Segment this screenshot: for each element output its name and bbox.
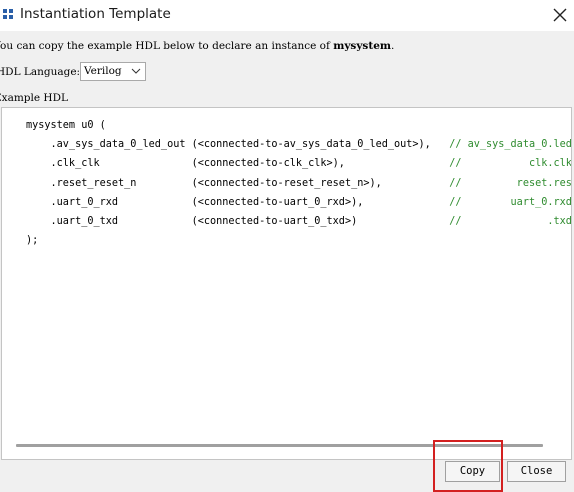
port-name: .uart_0_txd xyxy=(26,216,192,228)
window-title: Instantiation Template xyxy=(20,6,171,22)
port-name: .reset_reset_n xyxy=(26,177,192,189)
code-line-header: mysystem u0 ( xyxy=(26,116,571,135)
code-text: mysystem u0 ( .av_sys_data_0_led_out (<c… xyxy=(26,116,572,250)
port-connection: (<connected-to-uart_0_rxd>), xyxy=(191,196,450,208)
code-area[interactable]: mysystem u0 ( .av_sys_data_0_led_out (<c… xyxy=(1,107,572,460)
port-comment: // uart_0.rxd xyxy=(449,196,572,208)
code-line-port: .uart_0_rxd (<connected-to-uart_0_rxd>),… xyxy=(26,193,572,212)
close-button[interactable]: Close xyxy=(507,461,566,482)
module-name: mysystem xyxy=(333,40,391,52)
code-footer: ); xyxy=(26,235,39,247)
example-hdl-label: Example HDL xyxy=(0,92,68,104)
copy-button[interactable]: Copy xyxy=(445,461,500,482)
port-connection: (<connected-to-reset_reset_n>), xyxy=(191,177,450,189)
code-line-port: .av_sys_data_0_led_out (<connected-to-av… xyxy=(26,135,572,154)
intro-prefix: You can copy the example HDL below to de… xyxy=(0,40,334,52)
intro-text: You can copy the example HDL below to de… xyxy=(0,40,394,52)
port-connection: (<connected-to-av_sys_data_0_led_out>), xyxy=(191,139,450,151)
hdl-language-select[interactable]: Verilog xyxy=(80,62,146,81)
port-comment: // reset.reset_n xyxy=(449,177,572,189)
hdl-language-label: HDL Language: xyxy=(0,66,81,78)
port-comment: // clk.clk xyxy=(449,158,572,170)
title-bar: Instantiation Template xyxy=(0,0,574,31)
chevron-down-icon xyxy=(131,68,141,74)
port-name: .av_sys_data_0_led_out xyxy=(26,139,192,151)
port-name: .clk_clk xyxy=(26,158,192,170)
horizontal-scrollbar[interactable] xyxy=(16,444,543,447)
port-comment: // .txd xyxy=(449,216,572,228)
close-icon[interactable] xyxy=(550,5,570,25)
code-line-footer: ); xyxy=(26,231,571,250)
code-header: mysystem u0 ( xyxy=(26,120,106,131)
hdl-language-value: Verilog xyxy=(84,65,122,77)
intro-suffix: . xyxy=(390,40,395,52)
port-connection: (<connected-to-uart_0_txd>) xyxy=(191,216,450,228)
code-line-port: .uart_0_txd (<connected-to-uart_0_txd>) … xyxy=(26,212,572,231)
port-name: .uart_0_rxd xyxy=(26,196,192,208)
port-connection: (<connected-to-clk_clk>), xyxy=(191,158,450,170)
code-line-port: .clk_clk (<connected-to-clk_clk>), // cl… xyxy=(26,154,572,173)
code-line-port: .reset_reset_n (<connected-to-reset_rese… xyxy=(26,174,572,193)
port-comment: // av_sys_data_0.led_out xyxy=(449,139,572,151)
dialog-body: You can copy the example HDL below to de… xyxy=(0,31,574,492)
app-icon xyxy=(3,9,13,19)
